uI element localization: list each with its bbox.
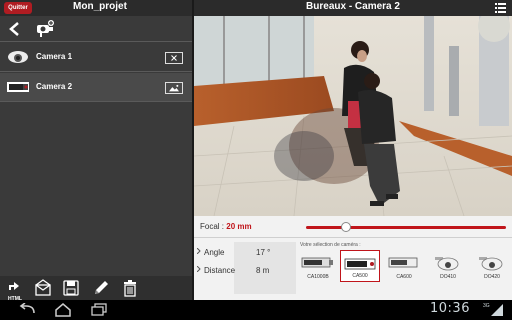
param-label: Angle: [204, 248, 225, 257]
quit-button[interactable]: Quitter: [4, 2, 32, 14]
camera-selection-label: Votre sélection de caméra :: [300, 242, 361, 248]
camera-list-item-camera-2[interactable]: Camera 2: [0, 73, 192, 102]
camera-option-label: DO410: [440, 274, 456, 280]
camera-name: Camera 2: [36, 82, 73, 91]
system-navigation-bar: 10:36 3G: [0, 300, 512, 320]
focal-label-text: Focal :: [200, 222, 225, 231]
signal-indicator: 3G: [483, 303, 507, 317]
camera-option-selected[interactable]: CA500: [340, 250, 380, 282]
view-title: Bureaux - Camera 2: [306, 1, 400, 12]
dome-camera-icon: [8, 51, 28, 63]
signal-strength-icon: [491, 304, 503, 316]
list-menu-icon[interactable]: [495, 3, 506, 13]
focal-label: Focal : 20 mm: [200, 222, 252, 231]
focal-row: Focal : 20 mm: [194, 216, 512, 238]
right-title-bar: Bureaux - Camera 2: [194, 0, 512, 16]
bullet-camera-icon: [388, 257, 418, 268]
left-title-bar: Quitter Mon_projet: [0, 0, 192, 16]
camera-option-label: CA500: [352, 273, 368, 279]
nav-recent-apps-icon[interactable]: [90, 303, 108, 317]
pencil-icon[interactable]: [92, 279, 110, 297]
camera-option[interactable]: DO410: [428, 250, 468, 282]
camera-preview-image: [194, 16, 512, 216]
status-clock: 10:36: [430, 301, 470, 316]
camera-name: Camera 1: [36, 52, 73, 61]
trash-icon[interactable]: [121, 279, 139, 297]
email-icon[interactable]: [34, 279, 52, 297]
camera-list-item-camera-1[interactable]: Camera 1: [0, 43, 192, 72]
nav-home-icon[interactable]: [54, 303, 72, 317]
camera-option-label: DO420: [484, 274, 500, 280]
back-arrow-icon[interactable]: [7, 21, 21, 37]
simulated-camera-scene: [194, 16, 512, 216]
bullet-camera-icon: [301, 257, 333, 268]
param-value: 17 °: [256, 248, 271, 257]
nav-back-icon[interactable]: [18, 303, 36, 317]
param-label: Distance: [204, 266, 236, 275]
left-bottom-toolbar: HTML: [0, 276, 192, 302]
left-toolbar: [0, 16, 192, 42]
network-type-label: 3G: [483, 303, 490, 309]
camera-option[interactable]: DO420: [472, 250, 512, 282]
focal-slider[interactable]: [306, 216, 512, 238]
camera-list-panel: Quitter Mon_projet Camera 1 Camera 2 HTM…: [0, 0, 192, 302]
html-export-icon[interactable]: HTML: [6, 279, 24, 302]
save-icon[interactable]: [62, 279, 80, 297]
dome-camera-icon: [435, 257, 459, 271]
slider-thumb[interactable]: [341, 222, 351, 232]
param-value: 8 m: [256, 266, 270, 275]
camera-settings-panel: Focal : 20 mm Angle 17 ° Distance 8 m Vo…: [194, 216, 512, 300]
camera-model-strip: CA1000B CA500 CA600 DO410 DO420: [298, 250, 512, 284]
slider-track: [306, 226, 506, 229]
camera-option[interactable]: CA1000B: [298, 250, 338, 282]
project-title: Mon_projet: [73, 1, 127, 12]
add-camera-icon[interactable]: [34, 19, 56, 39]
image-icon[interactable]: [165, 82, 183, 94]
focal-value: 20 mm: [226, 222, 252, 231]
dome-camera-icon: [479, 257, 503, 271]
camera-option-label: CA1000B: [307, 274, 329, 280]
close-box-icon[interactable]: [165, 52, 183, 64]
camera-params: Angle 17 ° Distance 8 m: [194, 242, 294, 294]
param-row-distance: Distance 8 m: [194, 260, 294, 282]
chevron-right-icon: [197, 266, 201, 272]
bullet-camera-icon: [344, 258, 376, 270]
chevron-right-icon: [197, 248, 201, 254]
bullet-camera-icon: [7, 82, 29, 92]
camera-option[interactable]: CA600: [384, 250, 424, 282]
camera-option-label: CA600: [396, 274, 412, 280]
